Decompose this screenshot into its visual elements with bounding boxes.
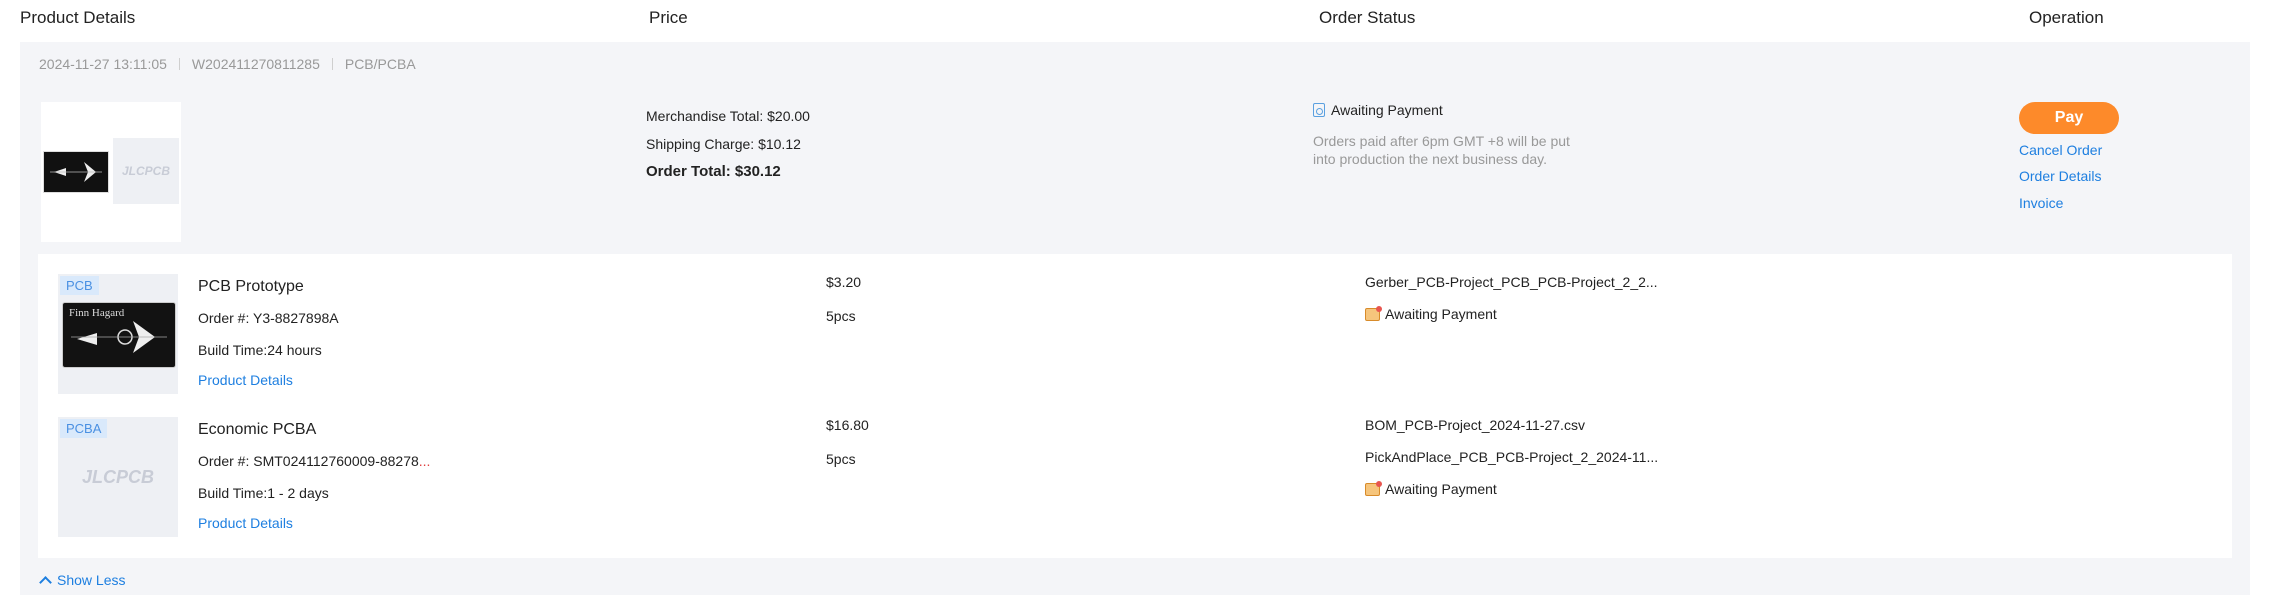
item-status-text: Awaiting Payment bbox=[1385, 481, 1497, 497]
product-name: Economic PCBA bbox=[198, 421, 317, 438]
cancel-order-link[interactable]: Cancel Order bbox=[2019, 142, 2219, 158]
pcba-placeholder-thumbnail: JLCPCB bbox=[113, 138, 179, 204]
item-order-number: Order #: SMT024112760009-88278... bbox=[198, 453, 430, 469]
show-less-label: Show Less bbox=[57, 572, 126, 588]
item-status: Awaiting Payment bbox=[1365, 480, 1658, 497]
show-less-toggle[interactable]: Show Less bbox=[39, 572, 126, 589]
pay-button[interactable]: Pay bbox=[2019, 102, 2119, 134]
build-time: Build Time:24 hours bbox=[198, 342, 322, 358]
product-details-link[interactable]: Product Details bbox=[198, 515, 430, 531]
gerber-file-name: Gerber_PCB-Project_PCB_PCB-Project_2_2..… bbox=[1365, 274, 1658, 290]
shipping-charge: Shipping Charge: $10.12 bbox=[646, 136, 801, 152]
order-card: 2024-11-27 13:11:05 W202411270811285 PCB… bbox=[20, 42, 2250, 595]
item-order-number: Order #: Y3-8827898A bbox=[198, 310, 339, 326]
item-status: Awaiting Payment bbox=[1365, 305, 1658, 322]
merchandise-total: Merchandise Total: $20.00 bbox=[646, 108, 810, 124]
product-image: PCBA JLCPCB bbox=[58, 417, 178, 537]
pcb-board-image: Finn Hagard bbox=[62, 302, 176, 368]
package-icon bbox=[1365, 480, 1382, 496]
product-tag: PCB bbox=[60, 276, 99, 295]
price-summary: Merchandise Total: $20.00 Shipping Charg… bbox=[646, 102, 810, 186]
item-quantity: 5pcs bbox=[826, 308, 856, 324]
col-product-details: Product Details bbox=[20, 8, 136, 27]
package-icon bbox=[1365, 305, 1382, 321]
col-order-status: Order Status bbox=[1319, 8, 1416, 27]
col-operation: Operation bbox=[2029, 8, 2104, 27]
order-details-link[interactable]: Order Details bbox=[2019, 168, 2219, 184]
item-price: $16.80 bbox=[826, 417, 869, 433]
col-price: Price bbox=[649, 8, 688, 27]
board-artwork-icon bbox=[44, 152, 108, 192]
pick-and-place-file-name: PickAndPlace_PCB_PCB-Project_2_2024-11..… bbox=[1365, 449, 1659, 465]
order-category: PCB/PCBA bbox=[344, 56, 416, 72]
item-quantity: 5pcs bbox=[826, 451, 856, 467]
status-note: Orders paid after 6pm GMT +8 will be put… bbox=[1313, 133, 1570, 167]
order-total: Order Total: $30.12 bbox=[646, 163, 781, 180]
product-info: PCB Prototype Order #: Y3-8827898A Build… bbox=[198, 274, 339, 388]
order-number: W202411270811285 bbox=[191, 56, 320, 72]
invoice-link[interactable]: Invoice bbox=[2019, 195, 2219, 211]
item-order-number-text: Order #: SMT024112760009-88278 bbox=[198, 453, 419, 469]
product-image: PCB Finn Hagard bbox=[58, 274, 178, 394]
order-datetime: 2024-11-27 13:11:05 bbox=[39, 56, 167, 72]
item-price-cell: $16.80 5pcs bbox=[826, 417, 869, 467]
chevron-up-icon bbox=[39, 575, 52, 589]
awaiting-payment-icon bbox=[1313, 103, 1325, 117]
list-item: PCB Finn Hagard PCB Prototype Order #: Y… bbox=[38, 274, 2232, 414]
meta-divider bbox=[178, 58, 180, 70]
item-price-cell: $3.20 5pcs bbox=[826, 274, 861, 324]
product-details-link[interactable]: Product Details bbox=[198, 372, 339, 388]
order-thumbnails: JLCPCB bbox=[41, 102, 181, 242]
order-status: Awaiting Payment Orders paid after 6pm G… bbox=[1313, 102, 1593, 168]
item-price: $3.20 bbox=[826, 274, 862, 290]
product-info: Economic PCBA Order #: SMT024112760009-8… bbox=[198, 417, 430, 531]
item-files-cell: Gerber_PCB-Project_PCB_PCB-Project_2_2..… bbox=[1365, 274, 1658, 322]
order-items: PCB Finn Hagard PCB Prototype Order #: Y… bbox=[38, 254, 2232, 558]
bom-file-name: BOM_PCB-Project_2024-11-27.csv bbox=[1365, 417, 1585, 433]
order-status-text: Awaiting Payment bbox=[1331, 102, 1443, 118]
order-meta: 2024-11-27 13:11:05 W202411270811285 PCB… bbox=[39, 56, 416, 72]
jlcpcb-placeholder-logo: JLCPCB bbox=[81, 466, 154, 487]
meta-divider bbox=[331, 58, 333, 70]
item-status-text: Awaiting Payment bbox=[1385, 306, 1497, 322]
operations: Pay Cancel Order Order Details Invoice bbox=[2019, 102, 2219, 211]
truncation-dots: ... bbox=[418, 453, 431, 469]
list-item: PCBA JLCPCB Economic PCBA Order #: SMT02… bbox=[38, 417, 2232, 557]
product-name: PCB Prototype bbox=[198, 278, 304, 295]
table-header: Product Details Price Order Status Opera… bbox=[0, 0, 2281, 40]
board-artwork-icon bbox=[71, 321, 167, 353]
item-files-cell: BOM_PCB-Project_2024-11-27.csv PickAndPl… bbox=[1365, 417, 1658, 497]
pcb-board-thumbnail bbox=[43, 151, 109, 193]
build-time: Build Time:1 - 2 days bbox=[198, 485, 329, 501]
